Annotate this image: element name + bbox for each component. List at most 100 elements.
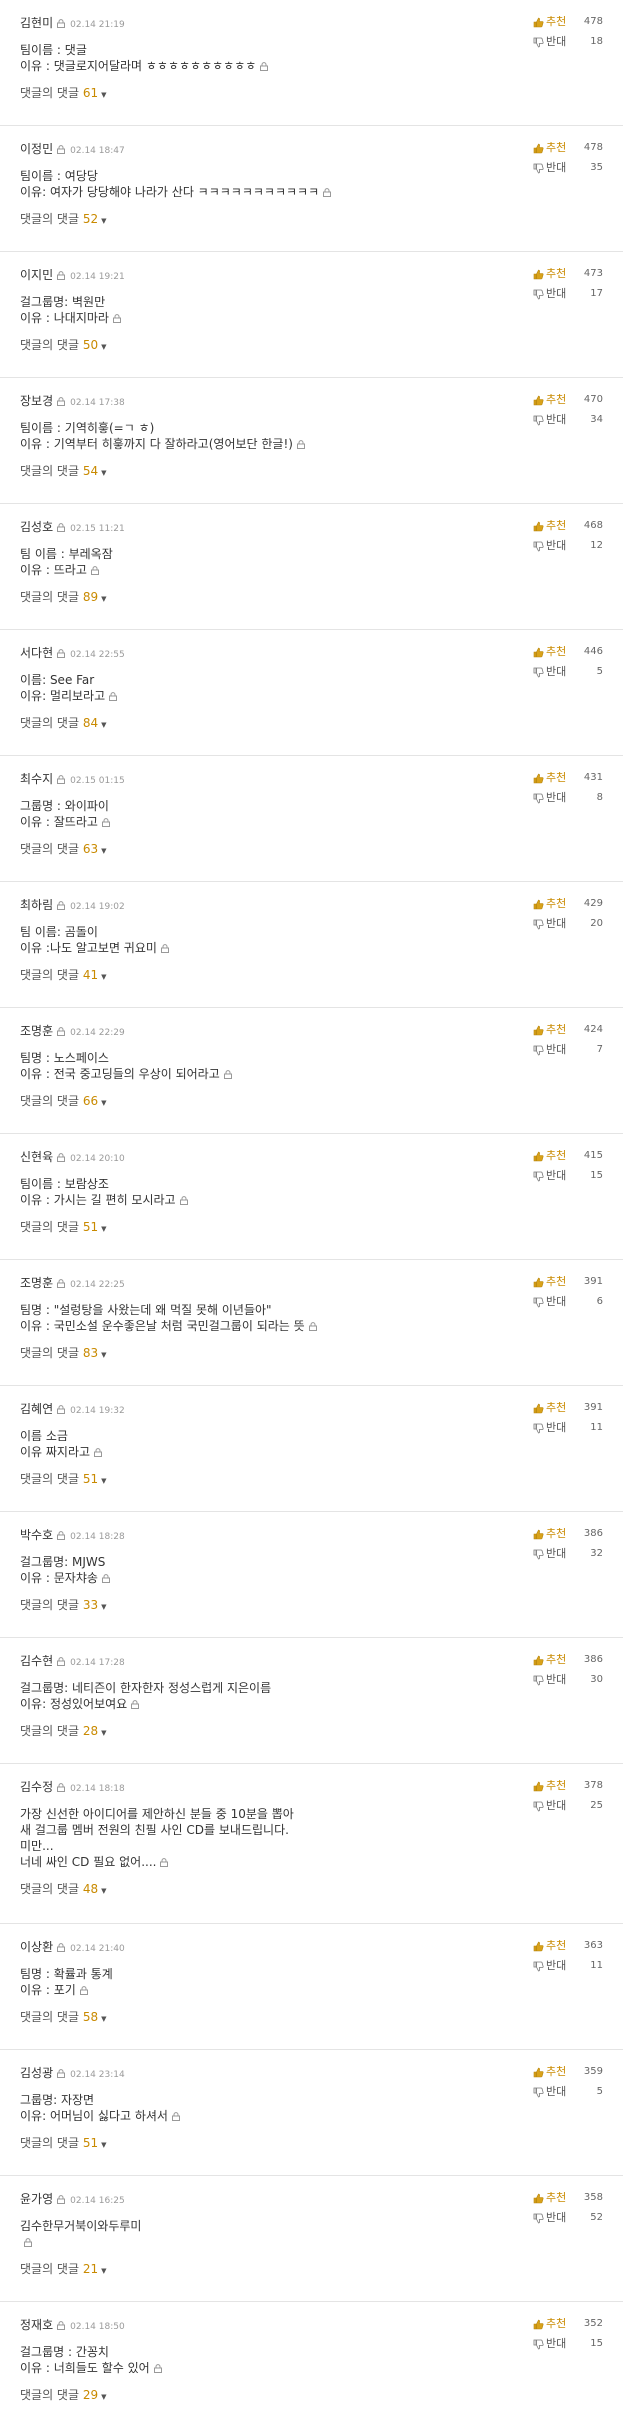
comment-date: 02.14 21:19: [70, 20, 125, 30]
author-name[interactable]: 신현육: [20, 1150, 53, 1164]
replies-toggle[interactable]: 댓글의 댓글 84 ▼: [20, 714, 107, 731]
author-name[interactable]: 조명훈: [20, 1276, 53, 1290]
downvote-button[interactable]: 반대 12: [533, 536, 603, 556]
lock-icon: [57, 2321, 66, 2330]
replies-toggle[interactable]: 댓글의 댓글 54 ▼: [20, 462, 107, 479]
author-name[interactable]: 조명훈: [20, 1024, 53, 1038]
upvote-button[interactable]: 추천 352: [533, 2314, 603, 2334]
author-name[interactable]: 김성호: [20, 520, 53, 534]
upvote-button[interactable]: 추천 415: [533, 1146, 603, 1166]
author-name[interactable]: 정재호: [20, 2318, 53, 2332]
replies-count: 84: [82, 716, 99, 730]
downvote-button[interactable]: 반대 7: [533, 1040, 603, 1060]
downvote-button[interactable]: 반대 18: [533, 32, 603, 52]
comment-date: 02.14 17:28: [70, 1658, 125, 1668]
comment-line: 팀명 : 노스페이스: [20, 1051, 109, 1065]
downvote-button[interactable]: 반대 30: [533, 1670, 603, 1690]
downvote-button[interactable]: 반대 34: [533, 410, 603, 430]
downvote-button[interactable]: 반대 52: [533, 2208, 603, 2228]
comment-line: 그룹명 : 와이파이: [20, 799, 109, 813]
chevron-down-icon: ▼: [101, 1729, 107, 1737]
author-name[interactable]: 이지민: [20, 268, 53, 282]
upvote-button[interactable]: 추천 378: [533, 1776, 603, 1796]
replies-toggle[interactable]: 댓글의 댓글 33 ▼: [20, 1596, 107, 1613]
upvote-button[interactable]: 추천 386: [533, 1650, 603, 1670]
author-name[interactable]: 장보경: [20, 394, 53, 408]
replies-toggle[interactable]: 댓글의 댓글 29 ▼: [20, 2386, 107, 2403]
replies-toggle[interactable]: 댓글의 댓글 66 ▼: [20, 1092, 107, 1109]
downvote-button[interactable]: 반대 8: [533, 788, 603, 808]
comment-line: 이유 : 나대지마라: [20, 310, 613, 326]
downvote-button[interactable]: 반대 15: [533, 1166, 603, 1186]
thumbs-down-icon: [533, 2213, 544, 2224]
replies-toggle[interactable]: 댓글의 댓글 50 ▼: [20, 336, 107, 353]
upvote-button[interactable]: 추천 478: [533, 138, 603, 158]
upvote-button[interactable]: 추천 446: [533, 642, 603, 662]
author-name[interactable]: 최하림: [20, 898, 53, 912]
thumbs-up-icon: [533, 1529, 544, 1540]
author-name[interactable]: 김수현: [20, 1654, 53, 1668]
upvote-button[interactable]: 추천 429: [533, 894, 603, 914]
author-name[interactable]: 윤가영: [20, 2192, 53, 2206]
downvote-button[interactable]: 반대 35: [533, 158, 603, 178]
comment-line: 이유 : 가시는 길 편히 모시라고: [20, 1192, 613, 1208]
comment-date: 02.14 22:55: [70, 650, 125, 660]
thumbs-up-icon: [533, 899, 544, 910]
downvote-button[interactable]: 반대 17: [533, 284, 603, 304]
downvote-button[interactable]: 반대 11: [533, 1956, 603, 1976]
replies-toggle[interactable]: 댓글의 댓글 48 ▼: [20, 1880, 107, 1897]
replies-toggle[interactable]: 댓글의 댓글 21 ▼: [20, 2260, 107, 2277]
author-name[interactable]: 박수호: [20, 1528, 53, 1542]
downvote-button[interactable]: 반대 15: [533, 2334, 603, 2354]
upvote-button[interactable]: 추천 386: [533, 1524, 603, 1544]
downvote-label: 반대: [546, 2337, 567, 2350]
downvote-button[interactable]: 반대 25: [533, 1796, 603, 1816]
downvote-button[interactable]: 반대 5: [533, 662, 603, 682]
downvote-count: 52: [590, 2212, 603, 2223]
downvote-button[interactable]: 반대 32: [533, 1544, 603, 1564]
upvote-button[interactable]: 추천 359: [533, 2062, 603, 2082]
upvote-label: 추천: [546, 15, 567, 28]
upvote-button[interactable]: 추천 391: [533, 1398, 603, 1418]
replies-count: 51: [82, 1220, 99, 1234]
author-name[interactable]: 김수정: [20, 1780, 53, 1794]
replies-toggle[interactable]: 댓글의 댓글 41 ▼: [20, 966, 107, 983]
replies-toggle[interactable]: 댓글의 댓글 52 ▼: [20, 210, 107, 227]
upvote-button[interactable]: 추천 358: [533, 2188, 603, 2208]
replies-toggle[interactable]: 댓글의 댓글 61 ▼: [20, 84, 107, 101]
replies-toggle[interactable]: 댓글의 댓글 63 ▼: [20, 840, 107, 857]
thumbs-down-icon: [533, 1045, 544, 1056]
vote-box: 추천 424 반대 7: [533, 1020, 603, 1060]
replies-toggle[interactable]: 댓글의 댓글 51 ▼: [20, 1470, 107, 1487]
downvote-button[interactable]: 반대 11: [533, 1418, 603, 1438]
replies-toggle[interactable]: 댓글의 댓글 58 ▼: [20, 2008, 107, 2025]
replies-toggle[interactable]: 댓글의 댓글 51 ▼: [20, 1218, 107, 1235]
author-name[interactable]: 서다현: [20, 646, 53, 660]
upvote-button[interactable]: 추천 431: [533, 768, 603, 788]
comment-date: 02.14 19:21: [70, 272, 125, 282]
author-name[interactable]: 이상환: [20, 1940, 53, 1954]
chevron-down-icon: ▼: [101, 973, 107, 981]
upvote-button[interactable]: 추천 470: [533, 390, 603, 410]
author-name[interactable]: 이정민: [20, 142, 53, 156]
upvote-button[interactable]: 추천 468: [533, 516, 603, 536]
upvote-button[interactable]: 추천 478: [533, 12, 603, 32]
replies-toggle[interactable]: 댓글의 댓글 28 ▼: [20, 1722, 107, 1739]
replies-toggle[interactable]: 댓글의 댓글 89 ▼: [20, 588, 107, 605]
upvote-button[interactable]: 추천 473: [533, 264, 603, 284]
upvote-button[interactable]: 추천 391: [533, 1272, 603, 1292]
downvote-button[interactable]: 반대 20: [533, 914, 603, 934]
thumbs-up-icon: [533, 269, 544, 280]
author-name[interactable]: 김혜연: [20, 1402, 53, 1416]
author-name[interactable]: 최수지: [20, 772, 53, 786]
downvote-button[interactable]: 반대 5: [533, 2082, 603, 2102]
replies-toggle[interactable]: 댓글의 댓글 51 ▼: [20, 2134, 107, 2151]
author-name[interactable]: 김현미: [20, 16, 53, 30]
comment-line: 새 걸그룹 멤버 전원의 친필 사인 CD를 보내드립니다.: [20, 1823, 289, 1837]
upvote-count: 473: [583, 268, 603, 279]
upvote-button[interactable]: 추천 424: [533, 1020, 603, 1040]
upvote-button[interactable]: 추천 363: [533, 1936, 603, 1956]
replies-toggle[interactable]: 댓글의 댓글 83 ▼: [20, 1344, 107, 1361]
author-name[interactable]: 김성광: [20, 2066, 53, 2080]
downvote-button[interactable]: 반대 6: [533, 1292, 603, 1312]
